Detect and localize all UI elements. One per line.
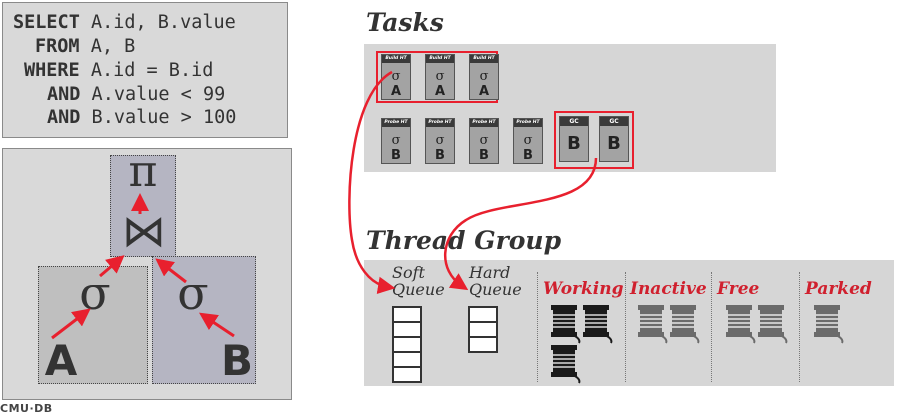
arrow-gc-to-hard-queue — [444, 157, 598, 291]
free-thread-icon — [725, 304, 756, 344]
thread-icons — [348, 70, 844, 384]
arrow-build-to-soft-queue — [348, 70, 396, 294]
cmu-db-logo: CMU·DB — [0, 402, 53, 415]
working-thread-icon — [550, 304, 581, 344]
working-thread-icon — [582, 304, 613, 344]
parked-thread-icon — [813, 304, 844, 344]
inactive-thread-icon — [637, 304, 668, 344]
free-thread-icon — [757, 304, 788, 344]
inactive-thread-icon — [669, 304, 700, 344]
working-thread-icon — [550, 344, 581, 384]
